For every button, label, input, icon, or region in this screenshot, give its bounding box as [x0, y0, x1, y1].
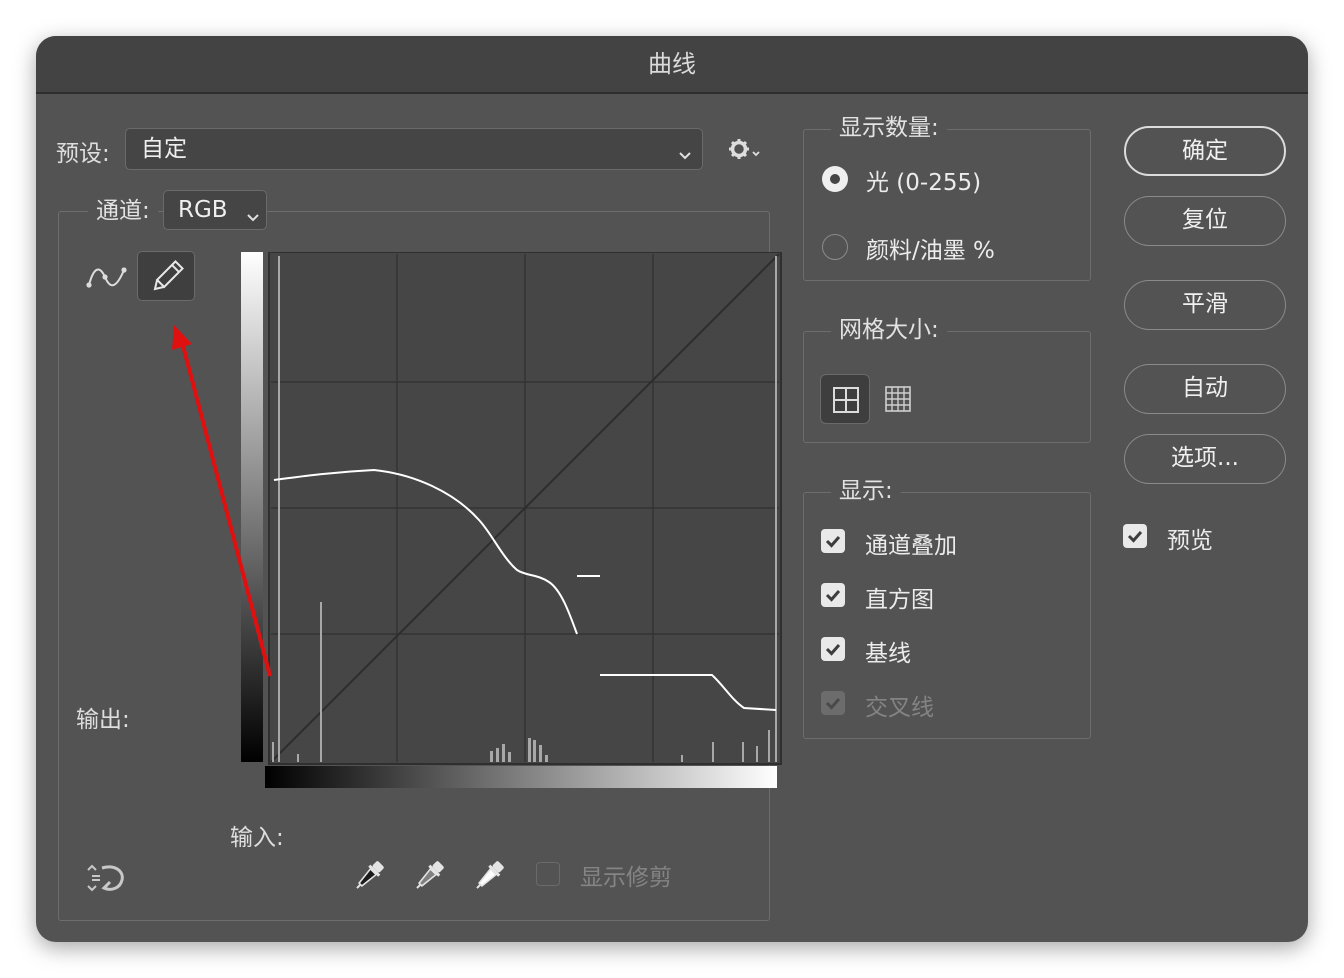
output-label: 输出:: [76, 707, 130, 733]
display-amount-title: 显示数量:: [831, 113, 947, 143]
intersection-line-label: 交叉线: [865, 695, 934, 721]
light-radio[interactable]: [822, 166, 848, 192]
grid-16-icon: [885, 386, 911, 412]
options-button[interactable]: 选项...: [1124, 434, 1286, 484]
channel-label: 通道:: [88, 196, 158, 226]
annotation-arrow: [172, 325, 272, 677]
histogram-label: 直方图: [865, 587, 934, 613]
gear-icon[interactable]: [728, 138, 764, 166]
channel-overlay-label: 通道叠加: [865, 533, 957, 559]
curve-graph[interactable]: [234, 252, 794, 812]
grid-size-title: 网格大小:: [831, 315, 947, 345]
pencil-tool[interactable]: [137, 251, 195, 301]
auto-button[interactable]: 自动: [1124, 364, 1286, 414]
intersection-line-checkbox: [821, 691, 845, 715]
pencil-icon: [153, 260, 184, 291]
black-point-eyedropper-icon[interactable]: [351, 858, 387, 898]
chevron-down-icon: [246, 204, 260, 230]
checkmark-icon: [825, 698, 841, 710]
simple-grid-button[interactable]: [820, 374, 870, 424]
checkmark-icon: [825, 536, 841, 548]
preset-label: 预设:: [56, 141, 110, 167]
preview-label: 预览: [1167, 528, 1213, 554]
show-title: 显示:: [831, 476, 901, 506]
input-label: 输入:: [230, 825, 284, 851]
channel-overlay-checkbox[interactable]: [821, 529, 845, 553]
checkmark-icon: [825, 644, 841, 656]
baseline-label: 基线: [865, 641, 911, 667]
hand-adjust-icon[interactable]: [86, 862, 126, 900]
preview-checkbox[interactable]: [1123, 524, 1147, 548]
reset-button[interactable]: 复位: [1124, 196, 1286, 246]
baseline-checkbox[interactable]: [821, 637, 845, 661]
input-gradient-bar: [265, 766, 777, 788]
checkmark-icon: [1127, 531, 1143, 543]
channel-value: RGB: [178, 197, 228, 223]
white-point-eyedropper-icon[interactable]: [471, 858, 507, 898]
dialog-title: 曲线: [36, 36, 1308, 94]
detailed-grid-button[interactable]: [873, 374, 923, 424]
curve-point-tool[interactable]: [78, 252, 136, 302]
light-radio-label: 光 (0-255): [866, 170, 982, 196]
pigment-radio-label: 颜料/油墨 %: [866, 238, 995, 264]
channel-select[interactable]: RGB: [163, 190, 267, 230]
ok-button[interactable]: 确定: [1124, 126, 1286, 176]
histogram-checkbox[interactable]: [821, 583, 845, 607]
show-clipping-checkbox[interactable]: [536, 862, 560, 886]
grid-4-icon: [833, 387, 859, 413]
smooth-button[interactable]: 平滑: [1124, 280, 1286, 330]
gray-point-eyedropper-icon[interactable]: [411, 858, 447, 898]
chevron-down-icon: [678, 142, 692, 168]
checkmark-icon: [825, 590, 841, 602]
preset-select[interactable]: 自定: [125, 128, 703, 170]
show-clipping-label: 显示修剪: [580, 865, 672, 891]
pigment-radio[interactable]: [822, 234, 848, 260]
curves-dialog: 曲线 预设: 自定 通道: RGB 输出: 输入: 显示修剪 显示数量: 光 (…: [36, 36, 1308, 942]
preset-value: 自定: [141, 136, 187, 162]
